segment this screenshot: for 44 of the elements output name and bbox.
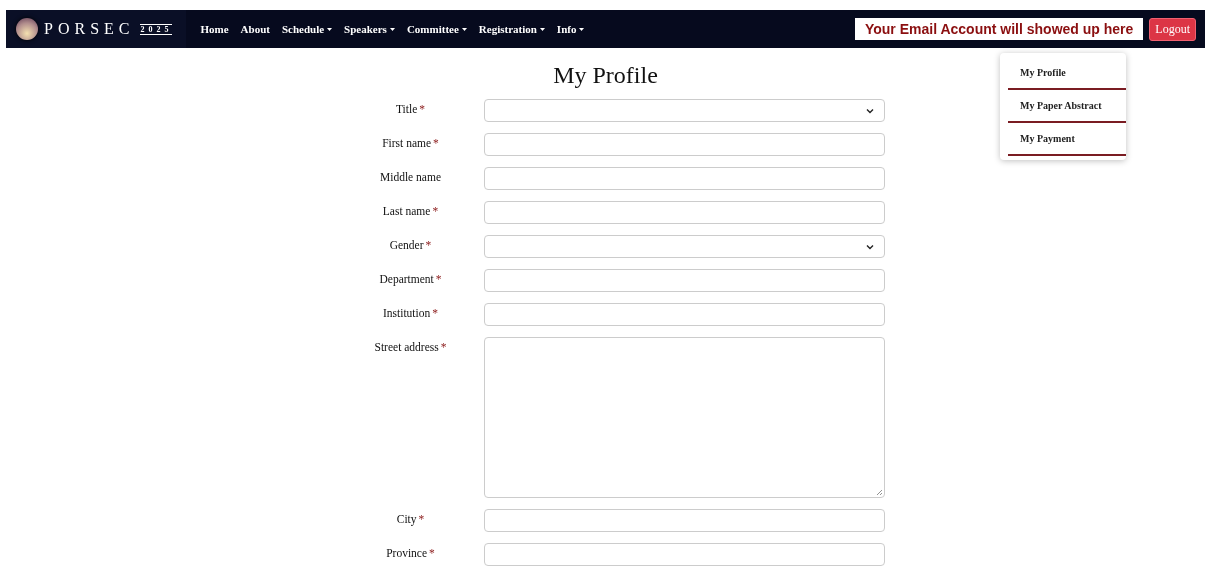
logo-text: PORSEC xyxy=(44,20,135,38)
field-label: Title * xyxy=(394,102,427,117)
chevron-down-icon xyxy=(866,243,874,250)
field-label: Street address * xyxy=(373,340,448,355)
chevron-down-icon xyxy=(866,107,874,114)
account-email[interactable]: Your Email Account will showed up here xyxy=(854,18,1144,40)
text-field[interactable] xyxy=(484,269,885,292)
resize-grip-icon xyxy=(876,489,882,495)
field-label: Department * xyxy=(378,272,443,288)
select-field[interactable] xyxy=(484,235,885,258)
nav-link[interactable]: Home xyxy=(200,23,229,35)
caret-icon xyxy=(327,27,333,31)
caret-icon xyxy=(389,27,395,31)
field-label: Last name * xyxy=(381,204,440,219)
caret-icon xyxy=(579,27,585,31)
nav-link[interactable]: Registration xyxy=(478,23,545,35)
field-label: Middle name xyxy=(379,170,442,185)
dropdown-item[interactable]: My Profile xyxy=(1008,57,1126,90)
text-field[interactable] xyxy=(484,303,885,326)
nav-link[interactable]: Speakers xyxy=(344,23,395,35)
sun-logo-icon xyxy=(16,18,38,40)
field-label: First name * xyxy=(381,136,440,151)
nav-link[interactable]: Committee xyxy=(406,23,467,35)
field-label: Institution * xyxy=(382,306,439,321)
dropdown-item[interactable]: My Payment xyxy=(1008,123,1126,156)
page-title: My Profile xyxy=(553,62,658,89)
select-field[interactable] xyxy=(484,99,885,122)
caret-icon xyxy=(539,27,545,31)
text-area[interactable] xyxy=(484,337,885,498)
logo-year: 2025 xyxy=(140,23,173,35)
text-field[interactable] xyxy=(484,509,885,532)
caret-icon xyxy=(461,27,467,31)
text-field[interactable] xyxy=(484,133,885,156)
nav-link[interactable]: Info xyxy=(556,23,585,35)
dropdown-item[interactable]: My Paper Abstract xyxy=(1008,90,1126,123)
field-label: City * xyxy=(395,512,426,528)
field-label: Gender * xyxy=(388,238,433,253)
field-label: Province * xyxy=(385,546,436,561)
nav-link[interactable]: Schedule xyxy=(281,23,333,35)
text-field[interactable] xyxy=(484,201,885,224)
logout-button[interactable]: Logout xyxy=(1149,17,1196,41)
text-field[interactable] xyxy=(484,543,885,566)
text-field[interactable] xyxy=(484,167,885,190)
nav-link[interactable]: About xyxy=(240,23,270,35)
